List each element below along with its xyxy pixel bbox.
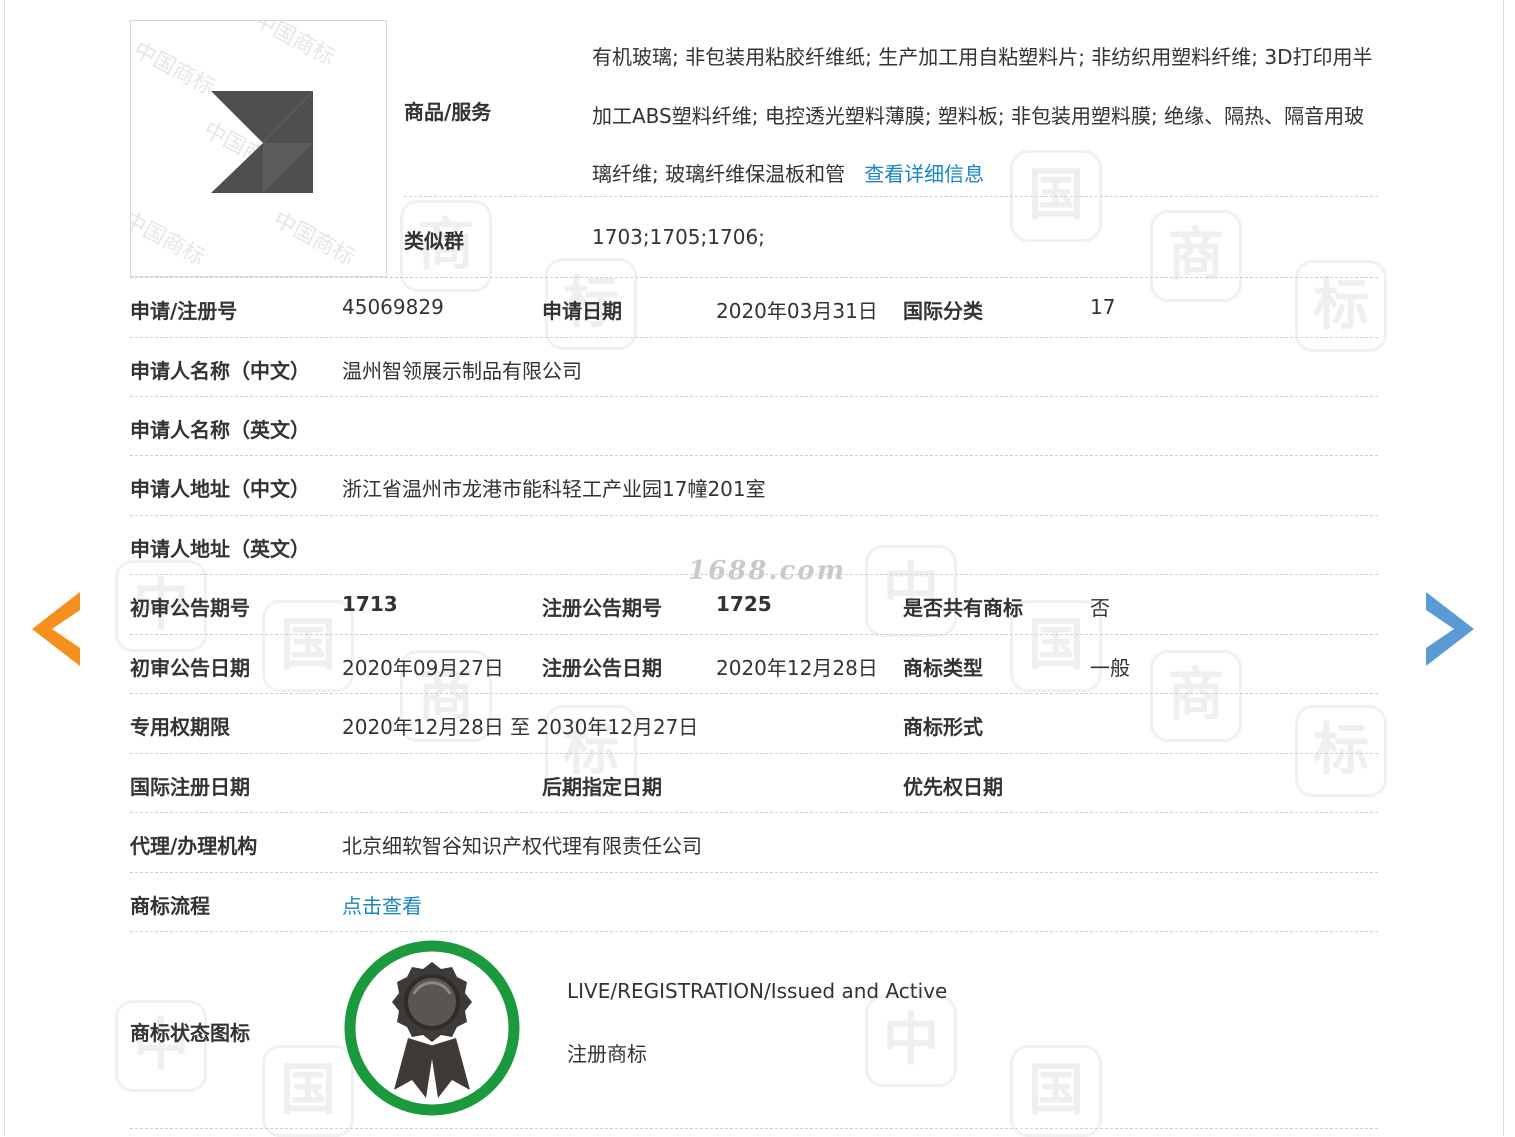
applicant-cn-label: 申请人名称（中文） <box>130 359 310 383</box>
shared-trademark-label: 是否共有商标 <box>903 596 1023 620</box>
status-english: LIVE/REGISTRATION/Issued and Active <box>567 979 948 1003</box>
goods-services-label: 商品/服务 <box>404 100 492 124</box>
row-divider <box>130 396 1378 397</box>
address-cn-value: 浙江省温州市龙港市能科轻工产业园17幢201室 <box>342 477 766 501</box>
agency-label: 代理/办理机构 <box>130 834 258 858</box>
status-chinese: 注册商标 <box>567 1042 647 1066</box>
watermark-tile: 标 <box>1295 705 1387 797</box>
row-divider <box>130 574 1378 575</box>
view-process-link[interactable]: 点击查看 <box>342 890 422 919</box>
watermark-tile: 国 <box>262 600 354 692</box>
later-designation-label: 后期指定日期 <box>542 775 662 799</box>
row-divider <box>130 931 1378 932</box>
applicant-en-label: 申请人名称（英文） <box>130 418 310 442</box>
image-watermark: 中国商标 <box>269 207 359 271</box>
reg-issue-value: 1725 <box>716 592 772 616</box>
watermark-tile: 国 <box>262 1045 354 1137</box>
exclusive-period-label: 专用权期限 <box>130 715 230 739</box>
agency-value: 北京细软智谷知识产权代理有限责任公司 <box>342 834 702 858</box>
watermark-tile: 中 <box>115 1000 207 1092</box>
exclusive-period-value: 2020年12月28日 至 2030年12月27日 <box>342 715 699 739</box>
row-divider <box>130 812 1378 813</box>
intl-class-value: 17 <box>1090 295 1116 319</box>
next-button[interactable] <box>1424 592 1474 666</box>
address-en-label: 申请人地址（英文） <box>130 537 310 561</box>
reg-date-label: 注册公告日期 <box>542 656 662 680</box>
intl-reg-date-label: 国际注册日期 <box>130 775 250 799</box>
watermark-tile: 中 <box>865 995 957 1087</box>
image-watermark: 中国商标 <box>130 207 209 271</box>
row-divider <box>130 515 1378 516</box>
prelim-date-label: 初审公告日期 <box>130 656 250 680</box>
prelim-issue-value: 1713 <box>342 592 398 616</box>
status-badge <box>342 938 522 1118</box>
prelim-issue-label: 初审公告期号 <box>130 596 250 620</box>
trademark-logo-z-icon <box>211 91 313 193</box>
watermark-tile: 国 <box>1010 600 1102 692</box>
page-border-right <box>1503 0 1504 1136</box>
row-divider <box>130 693 1378 694</box>
award-ribbon-icon <box>344 940 520 1116</box>
reg-no-label: 申请/注册号 <box>130 299 238 323</box>
row-divider <box>404 196 1378 197</box>
view-details-link[interactable]: 查看详细信息 <box>864 162 984 186</box>
trademark-type-value: 一般 <box>1090 656 1130 680</box>
reg-no-value: 45069829 <box>342 295 444 319</box>
page-border-left <box>4 0 5 1136</box>
row-divider <box>130 872 1378 873</box>
trademark-type-label: 商标类型 <box>903 656 983 680</box>
row-divider <box>130 753 1378 754</box>
priority-date-label: 优先权日期 <box>903 775 1003 799</box>
row-divider <box>130 455 1378 456</box>
row-divider <box>130 1128 1378 1129</box>
address-cn-label: 申请人地址（中文） <box>130 477 310 501</box>
watermark-tile: 中 <box>865 545 957 637</box>
image-watermark: 中国商标 <box>130 37 219 101</box>
applicant-cn-value: 温州智领展示制品有限公司 <box>342 359 582 383</box>
chevron-left-icon <box>32 592 80 666</box>
intl-class-label: 国际分类 <box>903 299 983 323</box>
image-watermark: 中国商标 <box>249 20 339 71</box>
trademark-form-label: 商标形式 <box>903 715 983 739</box>
watermark-tile: 商 <box>1150 650 1242 742</box>
reg-issue-label: 注册公告期号 <box>542 596 662 620</box>
watermark-tile: 商 <box>1150 210 1242 302</box>
chevron-right-icon <box>1426 592 1474 666</box>
previous-button[interactable] <box>32 592 82 666</box>
apply-date-label: 申请日期 <box>542 299 622 323</box>
watermark-tile: 国 <box>1010 1045 1102 1137</box>
similar-group-label: 类似群 <box>404 229 464 253</box>
prelim-date-value: 2020年09月27日 <box>342 656 504 680</box>
apply-date-value: 2020年03月31日 <box>716 299 878 323</box>
row-divider <box>130 277 1378 278</box>
trademark-process-label: 商标流程 <box>130 894 210 918</box>
similar-group-value: 1703;1705;1706; <box>592 225 765 249</box>
goods-services-value: 有机玻璃; 非包装用粘胶纤维纸; 生产加工用自粘塑料片; 非纺织用塑料纤维; 3… <box>592 28 1382 204</box>
row-divider <box>130 634 1378 635</box>
shared-trademark-value: 否 <box>1090 596 1110 620</box>
trademark-image: 中国商标 中国商标 中国商标 中国商标 中国商标 <box>130 20 387 277</box>
trademark-status-label: 商标状态图标 <box>130 1021 250 1045</box>
reg-date-value: 2020年12月28日 <box>716 656 878 680</box>
site-watermark: 1688.com <box>688 556 847 586</box>
row-divider <box>130 337 1378 338</box>
watermark-tile: 标 <box>1295 260 1387 352</box>
